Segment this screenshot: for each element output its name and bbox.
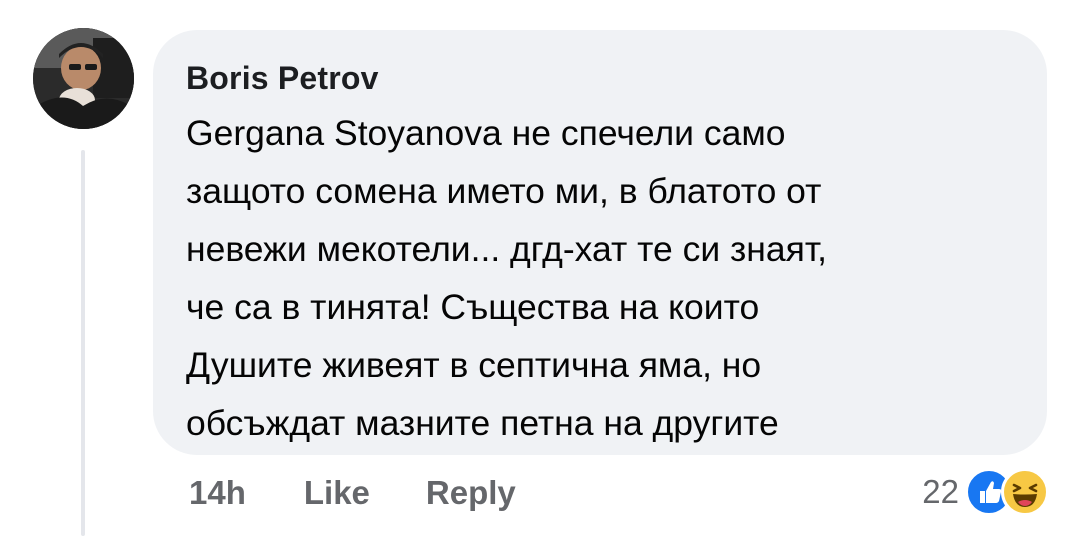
avatar-photo-icon [33,28,134,129]
comment-text: Gergana Stoyanova не спечели само защото… [186,104,1017,452]
comment-author[interactable]: Boris Petrov [186,58,1017,98]
comment-line: обсъждат мазните петна на другите [186,403,779,443]
avatar[interactable] [33,28,134,129]
reply-button[interactable]: Reply [426,474,516,512]
like-button[interactable]: Like [304,474,370,512]
comment-bubble: Boris Petrov Gergana Stoyanova не спечел… [153,30,1047,455]
comment-line: Душите живеят в септична яма, но [186,345,762,385]
comment-line: Gergana Stoyanova не спечели само [186,113,786,153]
comment-actions: 14h Like Reply [189,474,516,512]
comment-line: че са в тинята! Същества на които [186,287,760,327]
reaction-summary[interactable]: 22 [922,468,1049,516]
comment-line: невежи мекотели... дгд-хат те си знаят, [186,229,828,269]
reaction-count: 22 [922,473,959,510]
comment-timestamp[interactable]: 14h [189,474,246,512]
haha-reaction-icon [1001,468,1049,516]
comment-thread: Boris Petrov Gergana Stoyanova не спечел… [0,0,1079,536]
comment-line: защото сомена името ми, в блатото от [186,171,822,211]
thread-line [81,150,85,536]
